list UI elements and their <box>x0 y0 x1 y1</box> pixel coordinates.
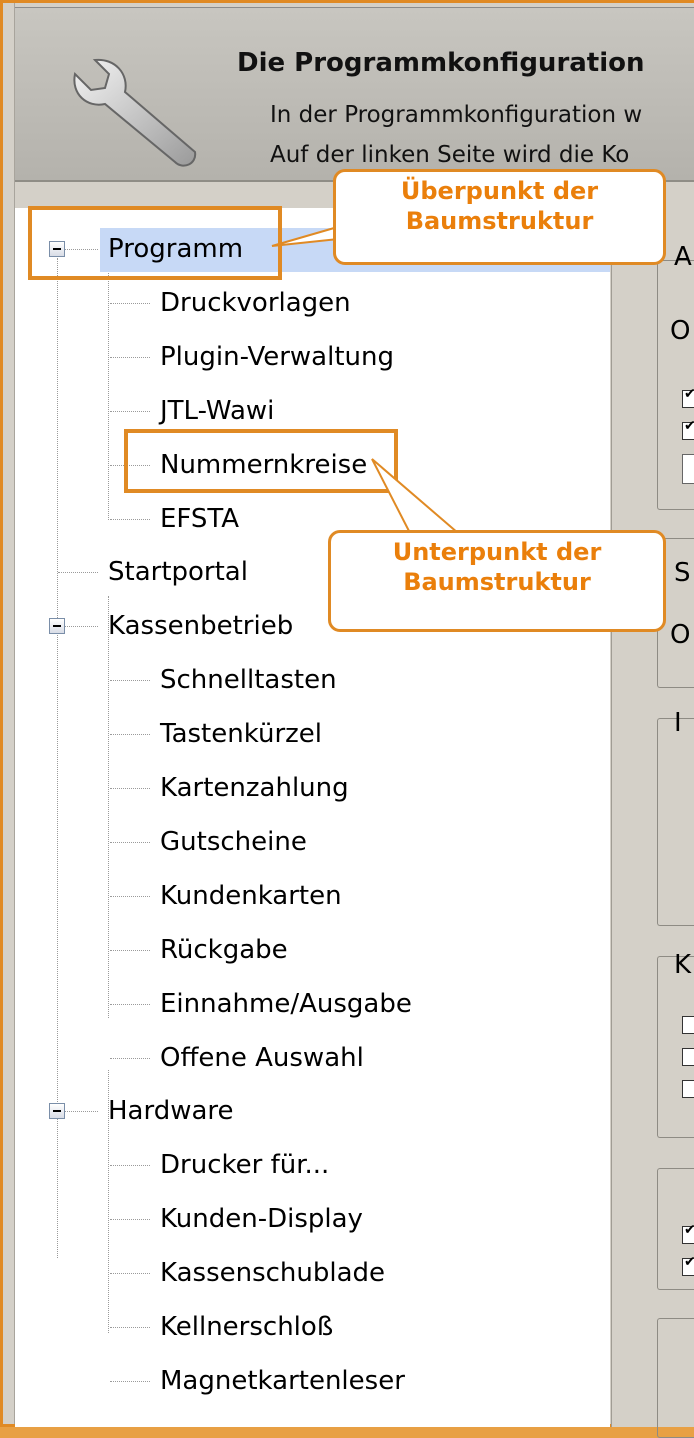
tree-line <box>110 788 150 789</box>
tree-item[interactable]: Startportal <box>108 555 248 589</box>
tree-item[interactable]: Einnahme/Ausgabe <box>160 987 412 1021</box>
highlight-box-top <box>28 206 282 280</box>
tree-line <box>110 357 150 358</box>
tree-item[interactable]: JTL-Wawi <box>160 394 274 428</box>
tree-item[interactable]: Drucker für... <box>160 1148 329 1182</box>
window-left-border <box>3 3 15 1424</box>
tree-line <box>110 1219 150 1220</box>
checkbox[interactable] <box>682 386 694 408</box>
tree-line <box>110 1273 150 1274</box>
tree-line <box>110 1165 150 1166</box>
checkbox[interactable] <box>682 1016 694 1034</box>
group-caption: A <box>674 242 692 272</box>
wrench-icon <box>73 58 197 167</box>
checkbox[interactable] <box>682 1080 694 1098</box>
field-label: O <box>670 316 691 346</box>
tree-item[interactable]: EFSTA <box>160 502 239 536</box>
callout-top-line1: Überpunkt der <box>400 177 599 205</box>
tree-line <box>110 896 150 897</box>
tree-line <box>110 303 150 304</box>
tree-item[interactable]: Magnetkartenleser <box>160 1364 405 1398</box>
tree-line <box>110 950 150 951</box>
tree-item[interactable]: Kellnerschloß <box>160 1310 333 1344</box>
header-description-line1: In der Programmkonfiguration w <box>270 102 643 128</box>
tree-line <box>110 842 150 843</box>
callout-top: Überpunkt der Baumstruktur <box>333 169 666 265</box>
collapse-toggle-icon[interactable] <box>49 618 65 634</box>
tree-line <box>110 1327 150 1328</box>
collapse-toggle-icon[interactable] <box>49 1103 65 1119</box>
page-title: Die Programmkonfiguration <box>237 48 645 78</box>
group-box <box>657 956 694 1138</box>
tree-item[interactable]: Druckvorlagen <box>160 286 351 320</box>
checkbox[interactable] <box>682 418 694 440</box>
tree-item[interactable]: Hardware <box>108 1094 234 1128</box>
group-caption: S <box>674 558 691 588</box>
callout-top-line2: Baumstruktur <box>405 207 594 235</box>
tree-item[interactable]: Schnelltasten <box>160 663 337 697</box>
tree-item[interactable]: Kartenzahlung <box>160 771 349 805</box>
tree-line <box>58 572 98 573</box>
tree-line <box>108 596 109 1018</box>
header-description-line2: Auf der linken Seite wird die Ko <box>270 142 630 168</box>
settings-panel: A O S O I K <box>611 208 694 1438</box>
callout-bottom: Unterpunkt der Baumstruktur <box>328 530 666 632</box>
text-field[interactable] <box>682 454 694 484</box>
group-box <box>657 1318 694 1438</box>
tree-item[interactable]: Kassenbetrieb <box>108 609 293 643</box>
highlight-box-bottom <box>124 429 398 493</box>
callout-bottom-line2: Baumstruktur <box>403 568 591 596</box>
callout-bottom-line1: Unterpunkt der <box>392 538 602 566</box>
tree-item[interactable]: Plugin-Verwaltung <box>160 340 394 374</box>
header-panel: Die Programmkonfiguration In der Program… <box>15 7 694 182</box>
tree-item[interactable]: Gutscheine <box>160 825 307 859</box>
group-caption: K <box>674 950 692 980</box>
tree-line <box>108 273 109 520</box>
checkbox[interactable] <box>682 1254 694 1276</box>
field-label: O <box>670 620 691 650</box>
tree-line <box>110 1058 150 1059</box>
tree-item[interactable]: Offene Auswahl <box>160 1041 364 1075</box>
group-caption: I <box>674 708 682 738</box>
tree-line <box>110 680 150 681</box>
callout-pointer-bottom <box>371 458 461 534</box>
tree-line <box>110 734 150 735</box>
checkbox[interactable] <box>682 1222 694 1244</box>
tree-item[interactable]: Tastenkürzel <box>160 717 322 751</box>
tree-item[interactable]: Kassenschublade <box>160 1256 385 1290</box>
tree-item[interactable]: Kundenkarten <box>160 879 342 913</box>
tree-line <box>110 519 150 520</box>
navigation-tree[interactable] <box>15 208 610 1427</box>
tree-item[interactable]: Rückgabe <box>160 933 288 967</box>
tree-line <box>110 1004 150 1005</box>
tree-line <box>110 411 150 412</box>
tree-line <box>110 1381 150 1382</box>
checkbox[interactable] <box>682 1048 694 1066</box>
tree-item[interactable]: Kunden-Display <box>160 1202 363 1236</box>
group-box <box>657 718 694 926</box>
